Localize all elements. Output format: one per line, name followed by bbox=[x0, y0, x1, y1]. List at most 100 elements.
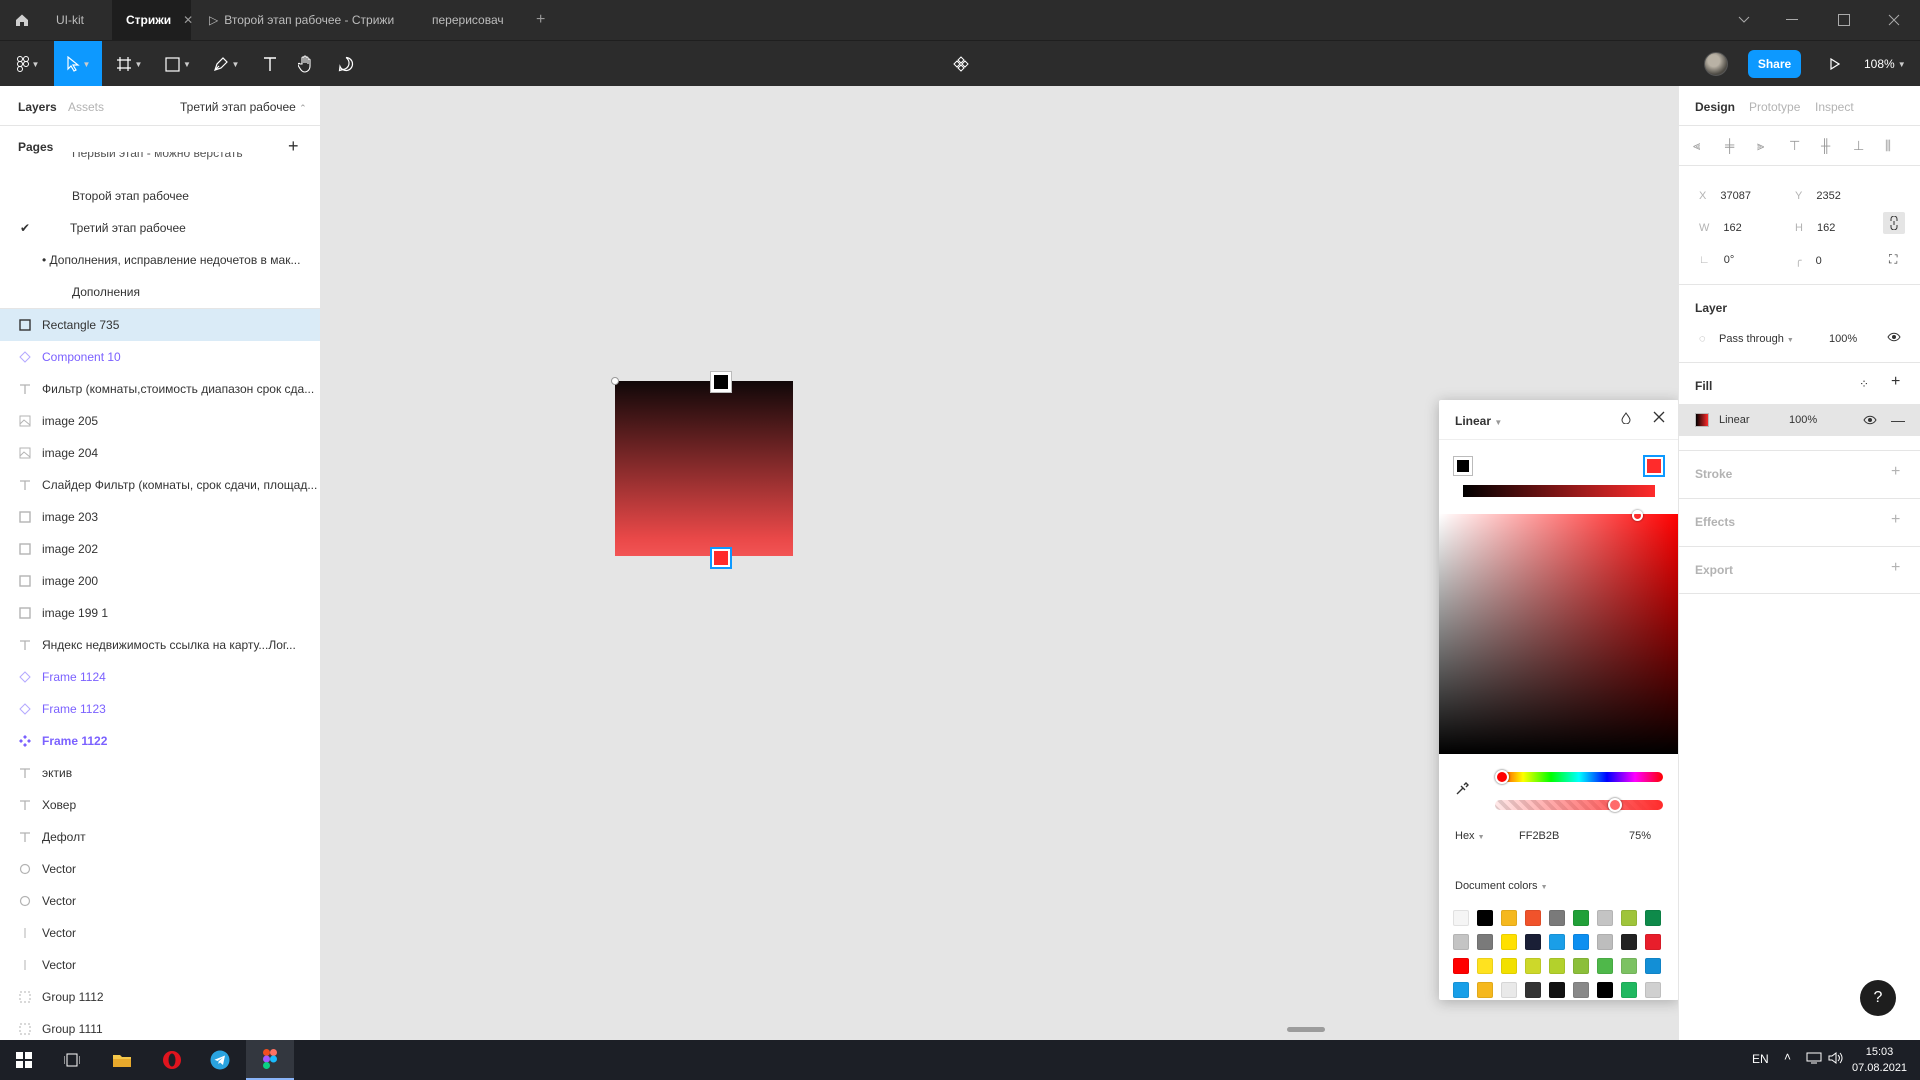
tab-design[interactable]: Design bbox=[1695, 100, 1735, 114]
color-swatch[interactable] bbox=[1453, 982, 1469, 998]
rotation-field[interactable]: ∟ 0° bbox=[1699, 254, 1734, 266]
color-swatch[interactable] bbox=[1621, 934, 1637, 950]
hand-tool[interactable] bbox=[290, 41, 322, 87]
zoom-menu[interactable]: 108% ▼ bbox=[1864, 41, 1906, 87]
color-swatch[interactable] bbox=[1453, 958, 1469, 974]
telegram-icon[interactable] bbox=[196, 1040, 244, 1080]
gradient-stop-red[interactable] bbox=[1643, 455, 1665, 477]
home-icon[interactable] bbox=[10, 8, 34, 32]
saturation-area[interactable] bbox=[1439, 514, 1679, 754]
color-mode-dropdown[interactable]: Hex ▼ bbox=[1455, 830, 1485, 842]
eyedropper-icon[interactable] bbox=[1455, 782, 1469, 799]
comment-tool[interactable] bbox=[330, 41, 362, 87]
opacity-handle[interactable] bbox=[1608, 798, 1622, 812]
network-icon[interactable] bbox=[1806, 1052, 1822, 1067]
layer-row[interactable]: image 200 bbox=[0, 565, 320, 597]
gradient-stop-black[interactable] bbox=[1453, 456, 1473, 476]
layer-row[interactable]: Яндекс недвижимость ссылка на карту...Ло… bbox=[0, 629, 320, 661]
layer-row[interactable]: Frame 1124 bbox=[0, 661, 320, 693]
page-item-current[interactable]: ✔ Третий этап рабочее bbox=[0, 212, 320, 244]
add-fill-button[interactable]: + bbox=[1891, 373, 1900, 391]
page-item[interactable]: • Дополнения, исправление недочетов в ма… bbox=[0, 244, 320, 276]
layer-opacity[interactable]: 100% bbox=[1829, 333, 1857, 345]
layer-row[interactable]: Component 10 bbox=[0, 341, 320, 373]
tab-prototype-second-stage[interactable]: ▷ Второй этап рабочее - Стрижи bbox=[195, 0, 415, 40]
color-swatch[interactable] bbox=[1477, 910, 1493, 926]
y-field[interactable]: Y 2352 bbox=[1795, 190, 1841, 202]
add-export-button[interactable]: + bbox=[1891, 559, 1900, 577]
move-tool[interactable]: ▼ bbox=[54, 41, 102, 87]
layer-row[interactable]: эктив bbox=[0, 757, 320, 789]
saturation-handle[interactable] bbox=[1632, 510, 1643, 521]
shape-tool[interactable]: ▼ bbox=[158, 41, 198, 87]
gradient-bar[interactable] bbox=[1463, 485, 1655, 497]
color-swatch[interactable] bbox=[1549, 982, 1565, 998]
corner-handle[interactable] bbox=[611, 377, 619, 385]
horizontal-scrollbar[interactable] bbox=[1287, 1027, 1325, 1032]
drop-icon[interactable] bbox=[1621, 412, 1631, 427]
layer-row[interactable]: Vector bbox=[0, 917, 320, 949]
layer-row[interactable]: Vector bbox=[0, 885, 320, 917]
add-tab-button[interactable]: + bbox=[536, 0, 556, 40]
layer-row[interactable]: Frame 1122 bbox=[0, 725, 320, 757]
current-page-selector[interactable]: Третий этап рабочее ⌃ bbox=[180, 100, 307, 114]
figma-app-icon[interactable] bbox=[246, 1040, 294, 1080]
color-swatch[interactable] bbox=[1525, 934, 1541, 950]
color-swatch[interactable] bbox=[1573, 958, 1589, 974]
frame-tool[interactable]: ▼ bbox=[108, 41, 150, 87]
align-left-icon[interactable]: ⫷ bbox=[1693, 138, 1700, 154]
layer-row[interactable]: Group 1112 bbox=[0, 981, 320, 1013]
layer-row[interactable]: Ховер bbox=[0, 789, 320, 821]
align-right-icon[interactable]: ⫸ bbox=[1757, 138, 1764, 154]
layer-row[interactable]: image 202 bbox=[0, 533, 320, 565]
hue-handle[interactable] bbox=[1495, 770, 1509, 784]
rectangle-735-shape[interactable] bbox=[615, 381, 793, 556]
color-swatch[interactable] bbox=[1453, 934, 1469, 950]
color-swatch[interactable] bbox=[1597, 958, 1613, 974]
color-swatch[interactable] bbox=[1645, 910, 1661, 926]
page-item[interactable]: Дополнения bbox=[0, 276, 320, 308]
color-swatch[interactable] bbox=[1549, 934, 1565, 950]
file-explorer-icon[interactable] bbox=[98, 1040, 146, 1080]
color-swatch[interactable] bbox=[1501, 958, 1517, 974]
task-view-icon[interactable] bbox=[48, 1040, 96, 1080]
present-button[interactable] bbox=[1820, 41, 1850, 87]
add-stroke-button[interactable]: + bbox=[1891, 463, 1900, 481]
chevron-up-icon[interactable]: ˄ bbox=[1784, 1050, 1791, 1064]
align-center-v-icon[interactable]: ╫ bbox=[1821, 138, 1830, 153]
color-swatch[interactable] bbox=[1597, 910, 1613, 926]
layer-row[interactable]: Rectangle 735 bbox=[0, 309, 320, 341]
color-swatch[interactable] bbox=[1573, 982, 1589, 998]
constrain-proportions-icon[interactable] bbox=[1883, 212, 1905, 234]
color-swatch[interactable] bbox=[1621, 910, 1637, 926]
fill-opacity[interactable]: 100% bbox=[1789, 414, 1817, 426]
fill-swatch[interactable] bbox=[1695, 413, 1709, 427]
color-swatch[interactable] bbox=[1525, 910, 1541, 926]
layer-row[interactable]: image 199 1 bbox=[0, 597, 320, 629]
main-menu-button[interactable]: ▼ bbox=[6, 41, 50, 87]
gradient-stop-end[interactable] bbox=[710, 547, 732, 569]
input-language[interactable]: EN bbox=[1752, 1052, 1769, 1066]
color-swatch[interactable] bbox=[1453, 910, 1469, 926]
color-swatch[interactable] bbox=[1597, 982, 1613, 998]
hue-slider[interactable] bbox=[1495, 772, 1663, 782]
color-swatch[interactable] bbox=[1549, 910, 1565, 926]
layer-row[interactable]: Фильтр (комнаты,стоимость диапазон срок … bbox=[0, 373, 320, 405]
help-button[interactable]: ? bbox=[1860, 980, 1896, 1016]
minimize-icon[interactable] bbox=[1772, 0, 1812, 40]
close-tab-icon[interactable]: ✕ bbox=[183, 13, 193, 27]
component-tool[interactable] bbox=[948, 41, 974, 87]
eye-icon[interactable] bbox=[1863, 414, 1877, 428]
layer-row[interactable]: Frame 1123 bbox=[0, 693, 320, 725]
layer-row[interactable]: Слайдер Фильтр (комнаты, срок сдачи, пло… bbox=[0, 469, 320, 501]
color-swatch[interactable] bbox=[1621, 958, 1637, 974]
eye-icon[interactable] bbox=[1887, 331, 1901, 345]
color-swatch[interactable] bbox=[1645, 982, 1661, 998]
maximize-icon[interactable] bbox=[1824, 0, 1864, 40]
blend-mode-dropdown[interactable]: Pass through ▼ bbox=[1719, 333, 1794, 345]
tab-assets[interactable]: Assets bbox=[68, 100, 104, 114]
clock[interactable]: 15:03 07.08.2021 bbox=[1852, 1044, 1907, 1076]
w-field[interactable]: W 162 bbox=[1699, 222, 1742, 234]
color-swatch[interactable] bbox=[1501, 982, 1517, 998]
volume-icon[interactable] bbox=[1828, 1052, 1844, 1067]
